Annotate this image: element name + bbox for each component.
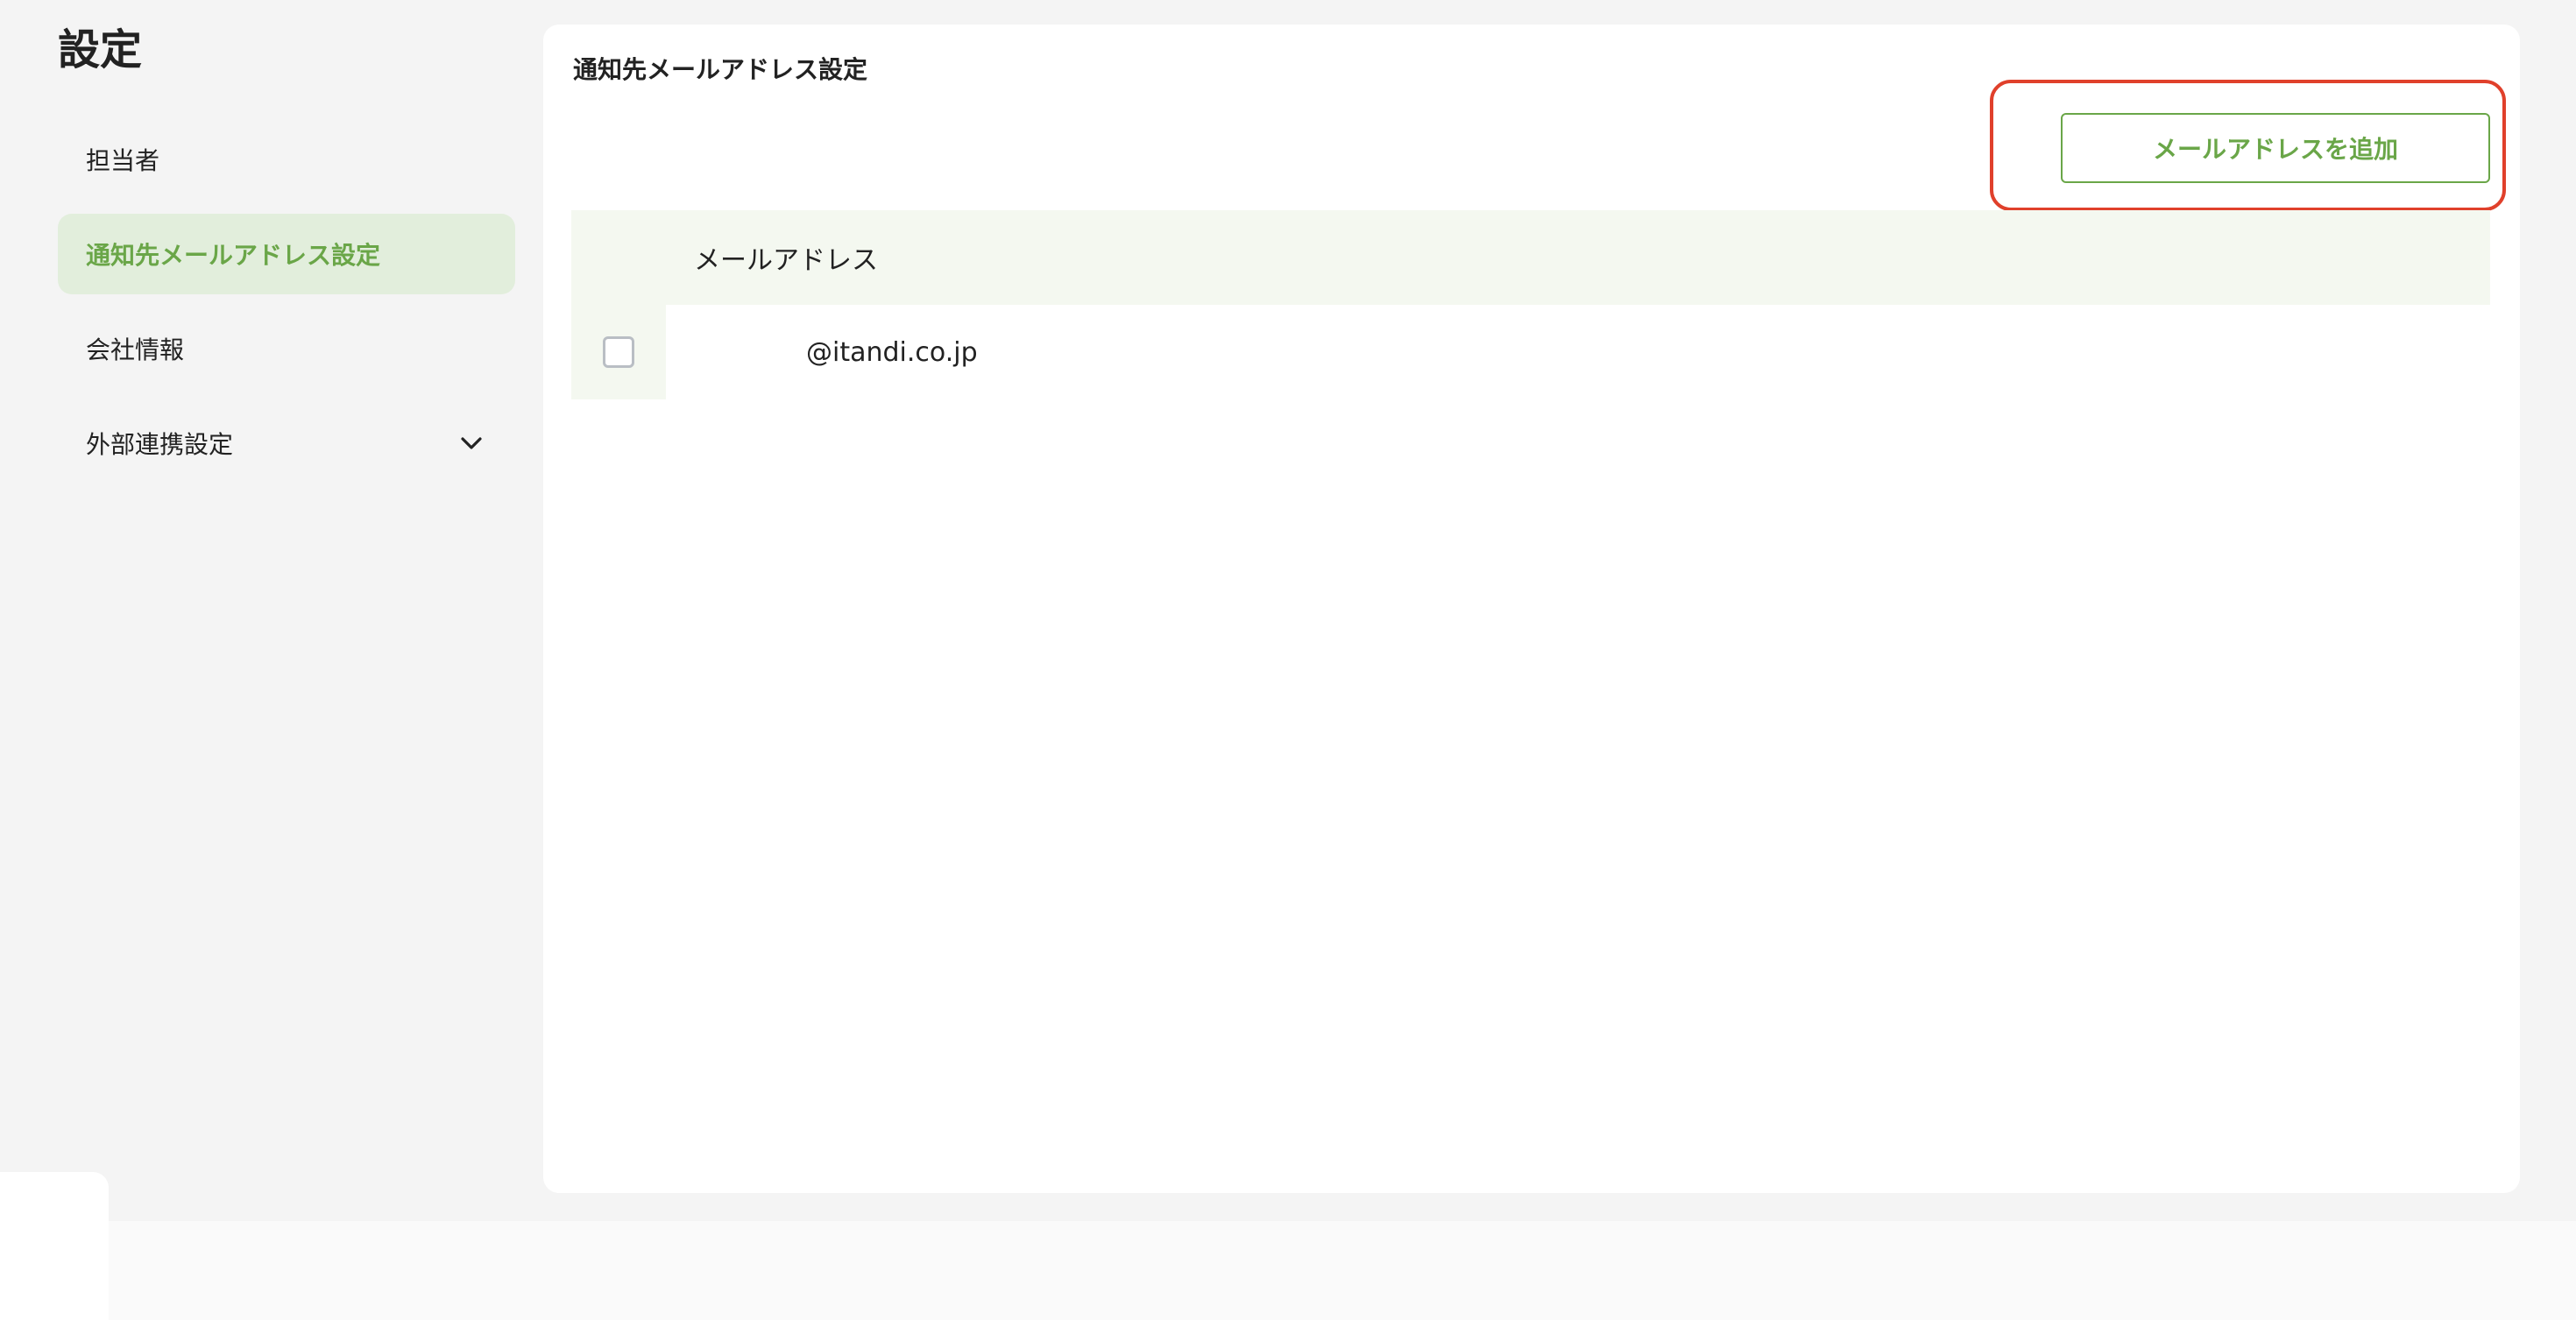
sidebar-item-label: 通知先メールアドレス設定 <box>86 241 381 270</box>
row-checkbox-cell <box>571 305 666 399</box>
bottom-bar <box>0 1221 2576 1320</box>
sidebar-item-label: 担当者 <box>86 146 160 175</box>
sidebar-item-label: 外部連携設定 <box>86 430 234 459</box>
sidebar-item-company-info[interactable]: 会社情報 <box>58 308 515 389</box>
sidebar-item-notification-email[interactable]: 通知先メールアドレス設定 <box>58 214 515 294</box>
table-row: @itandi.co.jp <box>571 305 2490 399</box>
sidebar-item-external-integration[interactable]: 外部連携設定 <box>58 403 515 484</box>
email-table: メールアドレス @itandi.co.jp <box>571 210 2490 399</box>
corner-card <box>0 1172 109 1320</box>
sidebar-item-staff[interactable]: 担当者 <box>58 119 515 200</box>
section-title: 通知先メールアドレス設定 <box>573 55 868 84</box>
page-title: 設定 <box>58 25 143 74</box>
email-cell: @itandi.co.jp <box>806 336 978 368</box>
sidebar: 担当者 通知先メールアドレス設定 会社情報 外部連携設定 <box>58 119 515 498</box>
chevron-down-icon[interactable] <box>459 431 484 455</box>
table-header: メールアドレス <box>571 210 2490 305</box>
header-checkbox-column <box>571 210 666 305</box>
add-email-button[interactable]: メールアドレスを追加 <box>2061 113 2490 183</box>
row-checkbox[interactable] <box>603 336 634 368</box>
sidebar-item-label: 会社情報 <box>86 335 185 364</box>
column-header-email: メールアドレス <box>694 245 878 276</box>
main-panel: 通知先メールアドレス設定 メールアドレスを追加 メールアドレス @itandi.… <box>543 25 2520 1193</box>
